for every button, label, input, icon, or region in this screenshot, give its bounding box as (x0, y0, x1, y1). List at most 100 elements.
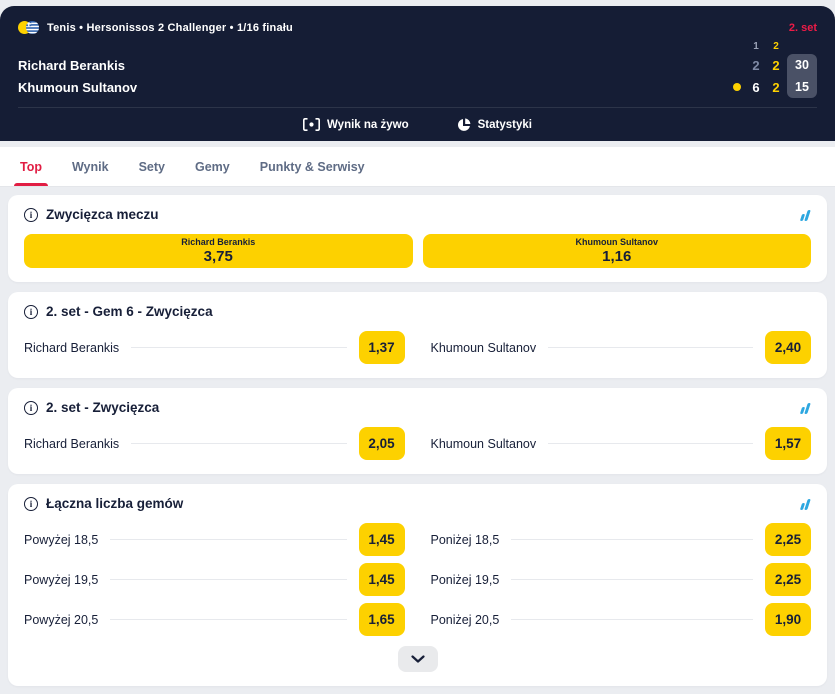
away-set2-score: 2 (772, 80, 779, 95)
selection-label: Powyżej 19,5 (24, 573, 98, 587)
selection-label: Khumoun Sultanov (431, 437, 537, 451)
odds-button[interactable]: 2,25 (765, 563, 811, 596)
selection-odds: 1,16 (602, 248, 631, 265)
greece-flag-icon (26, 21, 39, 34)
tab-punkty-serwisy[interactable]: Punkty & Serwisy (260, 147, 365, 186)
selection-row: Khumoun Sultanov 1,57 (431, 427, 812, 460)
selection-row: Powyżej 20,5 1,65 (24, 603, 405, 636)
odds-trend-icon[interactable] (801, 402, 812, 414)
info-icon[interactable]: i (24, 497, 38, 511)
market-header: i 2. set - Gem 6 - Zwycięzca (24, 304, 811, 319)
leader-line (511, 619, 753, 620)
player-names: Richard Berankis Khumoun Sultanov (18, 38, 137, 98)
expand-market-button[interactable] (398, 646, 438, 672)
selection-label: Khumoun Sultanov (431, 341, 537, 355)
statistics-label: Statystyki (478, 119, 532, 131)
scoreboard: Richard Berankis Khumoun Sultanov 1 2 2 … (18, 36, 817, 98)
tab-top[interactable]: Top (20, 147, 42, 186)
market-card-set2-winner: i 2. set - Zwycięzca Richard Berankis 2,… (8, 388, 827, 474)
leader-line (110, 539, 346, 540)
breadcrumb-wrap: Tenis • Hersonissos 2 Challenger • 1/16 … (18, 21, 293, 34)
statistics-button[interactable]: Statystyki (457, 118, 532, 132)
odds-button-away[interactable]: Khumoun Sultanov 1,16 (423, 234, 812, 268)
odds-button[interactable]: 1,90 (765, 603, 811, 636)
market-card-match-winner: i Zwycięzca meczu Richard Berankis 3,75 … (8, 195, 827, 282)
selection-label: Richard Berankis (24, 341, 119, 355)
tab-gemy[interactable]: Gemy (195, 147, 230, 186)
selection-row: Khumoun Sultanov 2,40 (431, 331, 812, 364)
home-set1-score: 2 (752, 58, 759, 73)
tab-wynik[interactable]: Wynik (72, 147, 109, 186)
live-score-button[interactable]: Wynik na żywo (303, 118, 409, 131)
leader-line (548, 443, 753, 444)
odds-button-home[interactable]: Richard Berankis 3,75 (24, 234, 413, 268)
selection-label: Richard Berankis (181, 237, 255, 247)
leader-line (511, 579, 753, 580)
score-grid: 1 2 2 2 6 2 30 15 (729, 38, 817, 98)
market-tab-bar: Top Wynik Sety Gemy Punkty & Serwisy (0, 147, 835, 187)
markets-list: i Zwycięzca meczu Richard Berankis 3,75 … (0, 187, 835, 694)
selection-label: Richard Berankis (24, 437, 119, 451)
odds-button[interactable]: 2,40 (765, 331, 811, 364)
selection-row: Richard Berankis 1,37 (24, 331, 405, 364)
odds-button[interactable]: 1,45 (359, 563, 405, 596)
info-icon[interactable]: i (24, 401, 38, 415)
breadcrumb: Tenis • Hersonissos 2 Challenger • 1/16 … (47, 22, 293, 34)
selection-row: Poniżej 18,5 2,25 (431, 523, 812, 556)
page: Tenis • Hersonissos 2 Challenger • 1/16 … (0, 6, 835, 691)
game-points-box: 30 15 (787, 54, 817, 98)
leader-line (131, 443, 346, 444)
info-icon[interactable]: i (24, 208, 38, 222)
away-game-points: 15 (795, 80, 809, 94)
player-name-away: Khumoun Sultanov (18, 76, 137, 98)
market-header: i Łączna liczba gemów (24, 496, 811, 511)
match-breadcrumb-row: Tenis • Hersonissos 2 Challenger • 1/16 … (18, 6, 817, 36)
chevron-down-icon (411, 655, 425, 663)
market-title: 2. set - Gem 6 - Zwycięzca (46, 304, 213, 319)
pie-chart-icon (457, 118, 471, 132)
match-header-panel: Tenis • Hersonissos 2 Challenger • 1/16 … (0, 6, 835, 141)
info-icon[interactable]: i (24, 305, 38, 319)
odds-button[interactable]: 1,45 (359, 523, 405, 556)
tab-sety[interactable]: Sety (139, 147, 165, 186)
set2-header: 2 (773, 41, 779, 52)
live-score-label: Wynik na żywo (327, 119, 409, 131)
odds-trend-icon[interactable] (801, 498, 812, 510)
match-action-bar: Wynik na żywo Statystyki (18, 107, 817, 141)
set1-header: 1 (753, 41, 759, 52)
market-card-total-games: i Łączna liczba gemów Powyżej 18,5 1,45 … (8, 484, 827, 686)
market-title: Zwycięzca meczu (46, 207, 159, 222)
market-card-game6-winner: i 2. set - Gem 6 - Zwycięzca Richard Ber… (8, 292, 827, 378)
leader-line (110, 579, 346, 580)
selection-row: Poniżej 19,5 2,25 (431, 563, 812, 596)
leader-line (110, 619, 346, 620)
selection-row: Powyżej 18,5 1,45 (24, 523, 405, 556)
selection-label: Poniżej 19,5 (431, 573, 500, 587)
odds-button[interactable]: 2,05 (359, 427, 405, 460)
selection-label: Powyżej 20,5 (24, 613, 98, 627)
market-header: i 2. set - Zwycięzca (24, 400, 811, 415)
home-set2-score: 2 (772, 58, 779, 73)
away-set1-score: 6 (752, 80, 759, 95)
odds-button[interactable]: 2,25 (765, 523, 811, 556)
home-game-points: 30 (795, 58, 809, 72)
selection-label: Powyżej 18,5 (24, 533, 98, 547)
market-header: i Zwycięzca meczu (24, 207, 811, 222)
selection-row: Richard Berankis 2,05 (24, 427, 405, 460)
market-title: 2. set - Zwycięzca (46, 400, 159, 415)
odds-button[interactable]: 1,57 (765, 427, 811, 460)
match-status-badge: 2. set (789, 22, 817, 34)
selection-odds: 3,75 (204, 248, 233, 265)
odds-button[interactable]: 1,65 (359, 603, 405, 636)
leader-line (131, 347, 346, 348)
selection-label: Khumoun Sultanov (576, 237, 659, 247)
live-score-icon (303, 118, 320, 131)
market-title: Łączna liczba gemów (46, 496, 183, 511)
odds-button[interactable]: 1,37 (359, 331, 405, 364)
sport-icon-pair (18, 21, 39, 34)
player-name-home: Richard Berankis (18, 54, 137, 76)
odds-trend-icon[interactable] (801, 209, 812, 221)
selection-label: Poniżej 20,5 (431, 613, 500, 627)
selection-label: Poniżej 18,5 (431, 533, 500, 547)
selection-row: Powyżej 19,5 1,45 (24, 563, 405, 596)
